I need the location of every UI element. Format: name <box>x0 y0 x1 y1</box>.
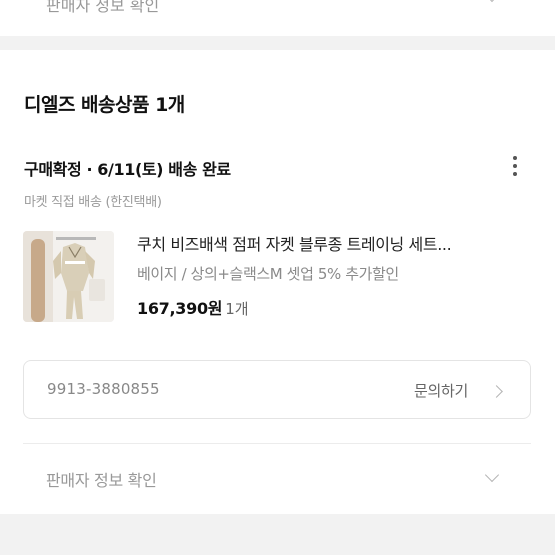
product-price: 167,390원 <box>137 299 223 318</box>
inquiry-button[interactable]: 문의하기 <box>414 380 468 401</box>
seller-shipment-title: 디엘즈 배송상품 1개 <box>24 94 185 116</box>
order-card: 디엘즈 배송상품 1개 구매확정 · 6/11(토) 배송 완료 마켓 직접 배… <box>0 50 555 514</box>
previous-seller-info-toggle[interactable]: 판매자 정보 확인 <box>0 0 555 22</box>
seller-info-label: 판매자 정보 확인 <box>46 471 157 490</box>
tracking-inquiry-box: 9913-3880855 문의하기 <box>23 360 531 419</box>
chevron-down-icon <box>484 467 500 483</box>
product-thumbnail[interactable] <box>23 231 114 322</box>
delivery-method: 마켓 직접 배송 (한진택배) <box>24 195 162 210</box>
section-gap <box>0 36 555 50</box>
tracking-number[interactable]: 9913-3880855 <box>47 380 160 398</box>
chevron-down-icon <box>484 0 500 3</box>
more-vertical-icon[interactable] <box>508 154 522 178</box>
product-name[interactable]: 쿠치 비즈배색 점퍼 자켓 블루종 트레이닝 세트... <box>137 231 452 255</box>
order-status: 구매확정 · 6/11(토) 배송 완료 <box>24 160 231 179</box>
previous-seller-info-label: 판매자 정보 확인 <box>46 0 160 15</box>
chevron-right-icon[interactable] <box>490 385 503 398</box>
previous-order-card: 판매자 정보 확인 <box>0 0 555 36</box>
section-gap <box>0 514 555 555</box>
seller-info-toggle[interactable]: 판매자 정보 확인 <box>23 444 531 514</box>
product-quantity: 1개 <box>225 300 249 318</box>
product-option: 베이지 / 상의+슬랙스M 셋업 5% 추가할인 <box>137 265 399 283</box>
price-row: 167,390원 1개 <box>137 295 249 319</box>
